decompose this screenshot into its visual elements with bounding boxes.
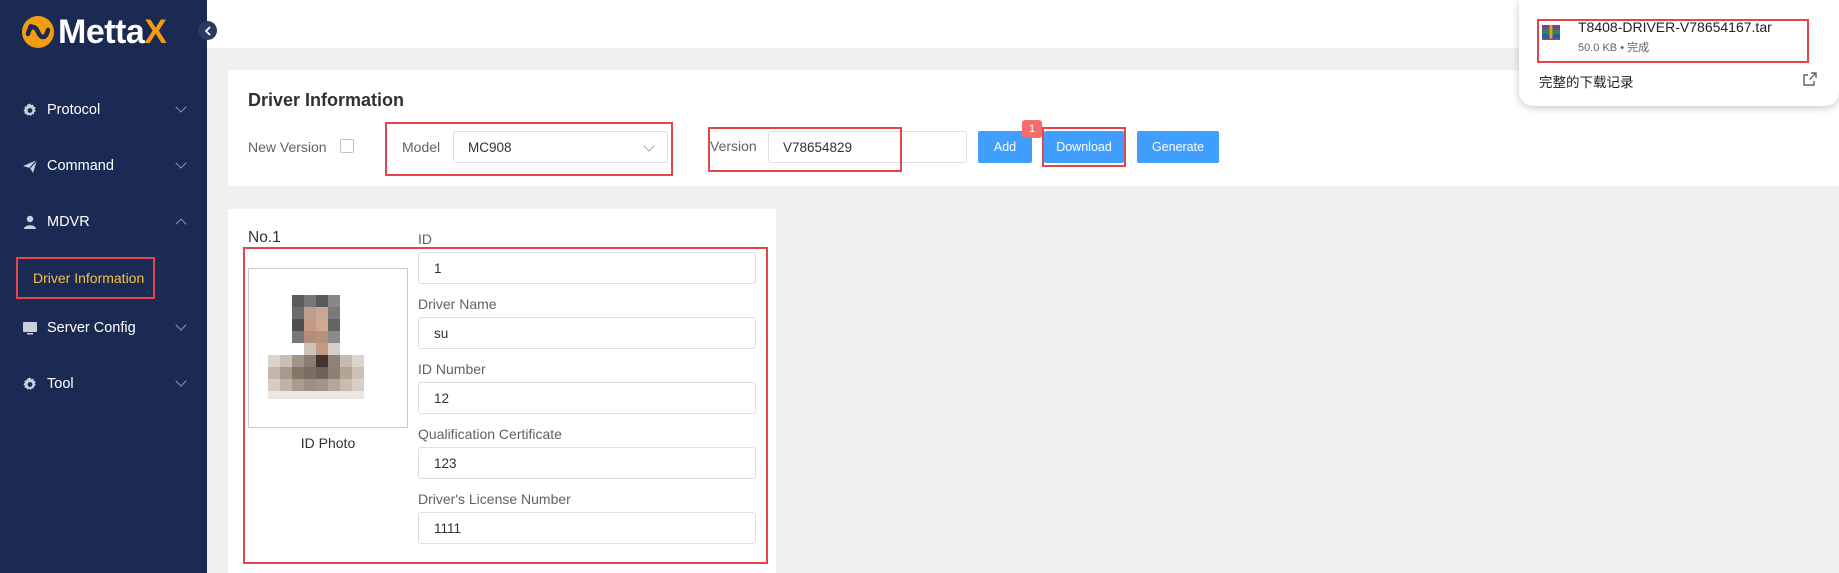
download-button[interactable]: Download (1044, 131, 1124, 163)
chevron-down-icon (175, 375, 187, 387)
model-select[interactable]: MC908 (453, 131, 668, 163)
drivers-license-number-input[interactable]: 1111 (418, 512, 756, 544)
sidebar-item-tool[interactable]: Tool (0, 364, 207, 404)
id-number-input-value: 12 (434, 390, 450, 406)
sidebar-subitem-label: Driver Information (33, 270, 145, 286)
chevron-left-icon (204, 25, 211, 36)
version-input[interactable]: V78654829 (768, 131, 967, 163)
download-history-link[interactable]: 完整的下载记录 (1539, 71, 1634, 91)
logo: MettaX (20, 12, 167, 52)
id-input[interactable]: 1 (418, 252, 756, 284)
gear-icon (22, 102, 38, 118)
download-count-badge: 1 (1022, 120, 1042, 138)
record-number: No.1 (248, 229, 281, 246)
field-label-driver-name: Driver Name (418, 296, 497, 312)
driver-name-input-value: su (434, 325, 449, 341)
sidebar-item-label: Protocol (47, 102, 101, 118)
new-version-checkbox[interactable] (340, 139, 354, 153)
sidebar: MettaX Protocol Command MDVR Driver Info… (0, 0, 217, 573)
sidebar-item-protocol[interactable]: Protocol (0, 90, 207, 130)
chevron-down-icon (643, 140, 655, 152)
id-photo[interactable] (248, 268, 408, 428)
download-popup: T8408-DRIVER-V78654167.tar 50.0 KB • 完成 … (1519, 0, 1839, 106)
send-icon (22, 158, 38, 174)
chevron-down-icon (175, 157, 187, 169)
logo-text: MettaX (58, 13, 167, 51)
sidebar-item-label: Tool (47, 376, 74, 392)
model-select-value: MC908 (468, 139, 512, 155)
field-label-id: ID (418, 231, 432, 247)
chevron-down-icon (175, 319, 187, 331)
driver-name-input[interactable]: su (418, 317, 756, 349)
field-label-id-number: ID Number (418, 361, 486, 377)
gear-icon (22, 376, 38, 392)
chevron-up-icon (175, 218, 187, 230)
sidebar-item-label: Command (47, 158, 114, 174)
monitor-icon (22, 320, 38, 336)
model-label: Model (402, 139, 441, 155)
sidebar-item-label: Server Config (47, 320, 136, 336)
sidebar-item-server-config[interactable]: Server Config (0, 308, 207, 348)
logo-mark-icon (20, 14, 56, 50)
logo-text-accent: X (144, 13, 167, 51)
drivers-license-number-input-value: 1111 (434, 520, 462, 536)
qualification-certificate-input-value: 123 (434, 455, 457, 471)
sidebar-collapse-button[interactable] (198, 21, 217, 40)
person-silhouette-icon (249, 269, 407, 427)
id-photo-label: ID Photo (300, 435, 356, 451)
field-label-drivers-license-number: Driver's License Number (418, 491, 571, 507)
sidebar-item-command[interactable]: Command (0, 146, 207, 186)
download-file-meta: 50.0 KB • 完成 (1578, 42, 1650, 54)
id-number-input[interactable]: 12 (418, 382, 756, 414)
sidebar-item-label: MDVR (47, 214, 90, 230)
field-label-qualification-certificate: Qualification Certificate (418, 426, 562, 442)
generate-button[interactable]: Generate (1137, 131, 1219, 163)
download-file-name[interactable]: T8408-DRIVER-V78654167.tar (1578, 19, 1772, 35)
page-title: Driver Information (248, 90, 405, 110)
user-icon (22, 214, 38, 230)
version-input-value: V78654829 (783, 139, 853, 155)
sidebar-item-mdvr[interactable]: MDVR (0, 202, 207, 242)
new-version-label: New Version (248, 139, 327, 155)
id-input-value: 1 (434, 260, 442, 276)
archive-file-icon (1541, 22, 1561, 42)
driver-record-card: No.1 ID Photo ID 1 Driver Name su ID Num… (228, 209, 776, 573)
chevron-down-icon (175, 101, 187, 113)
external-link-icon[interactable] (1802, 71, 1818, 87)
version-label: Version (710, 138, 757, 154)
sidebar-subitem-driver-information[interactable]: Driver Information (16, 257, 155, 299)
qualification-certificate-input[interactable]: 123 (418, 447, 756, 479)
